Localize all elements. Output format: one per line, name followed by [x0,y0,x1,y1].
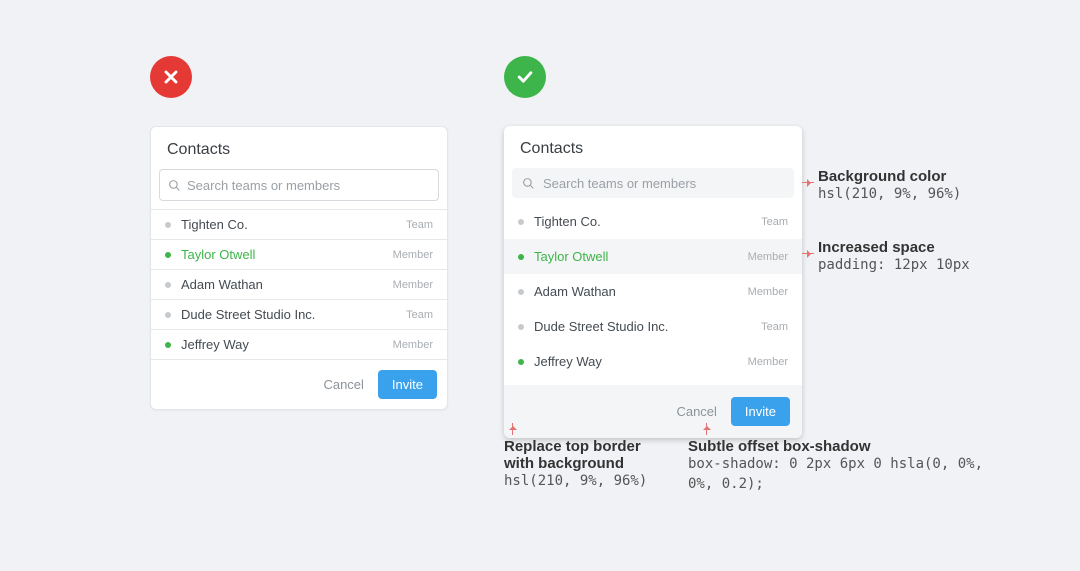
annotation-arrow [802,182,814,183]
status-dot [165,252,171,258]
annotation-arrow [802,253,814,254]
annotation-shadow: Subtle offset box-shadow box-shadow: 0 2… [688,438,988,494]
bad-example-icon [150,56,192,98]
item-tag: Member [748,286,788,298]
item-tag: Team [406,219,433,231]
list-item[interactable]: Taylor Otwell Member [151,239,447,269]
cancel-button[interactable]: Cancel [323,377,363,392]
card-title: Contacts [504,126,802,168]
status-dot [165,312,171,318]
list-item[interactable]: Jeffrey Way Member [151,329,447,360]
search-placeholder: Search teams or members [187,178,340,193]
contact-list: Tighten Co. Team Taylor Otwell Member Ad… [151,209,447,360]
contacts-card-bad: Contacts Search teams or members Tighten… [150,126,448,410]
search-input[interactable]: Search teams or members [159,169,439,201]
item-tag: Team [761,216,788,228]
status-dot [165,342,171,348]
card-footer: Cancel Invite [504,385,802,438]
search-input[interactable]: Search teams or members [512,168,794,198]
annotation-border: Replace top border with background hsl(2… [504,438,669,492]
contact-list: Tighten Co. Team Taylor Otwell Member Ad… [504,204,802,379]
item-tag: Team [406,309,433,321]
list-item[interactable]: Tighten Co. Team [151,209,447,239]
list-item[interactable]: Tighten Co. Team [504,204,802,239]
status-dot [165,282,171,288]
list-item[interactable]: Dude Street Studio Inc. Team [151,299,447,329]
list-item[interactable]: Adam Wathan Member [504,274,802,309]
invite-button[interactable]: Invite [378,370,437,399]
contacts-card-good: Contacts Search teams or members Tighten… [504,126,802,438]
list-item[interactable]: Dude Street Studio Inc. Team [504,309,802,344]
item-tag: Member [393,249,433,261]
annotation-bg: Background color hsl(210, 9%, 96%) [818,168,988,205]
status-dot [518,324,524,330]
list-item[interactable]: Jeffrey Way Member [504,344,802,379]
annotation-tick [512,423,513,435]
status-dot [165,222,171,228]
card-title: Contacts [151,127,447,169]
status-dot [518,359,524,365]
search-icon [522,177,535,190]
invite-button[interactable]: Invite [731,397,790,426]
item-tag: Team [761,321,788,333]
annotation-tick [706,423,707,435]
card-footer: Cancel Invite [151,360,447,409]
item-tag: Member [748,251,788,263]
item-tag: Member [393,339,433,351]
good-example-icon [504,56,546,98]
annotation-space: Increased space padding: 12px 10px [818,239,998,276]
item-tag: Member [393,279,433,291]
cancel-button[interactable]: Cancel [676,404,716,419]
status-dot [518,219,524,225]
status-dot [518,254,524,260]
list-item[interactable]: Taylor Otwell Member [504,239,802,274]
search-placeholder: Search teams or members [543,176,696,191]
item-tag: Member [748,356,788,368]
search-icon [168,179,181,192]
status-dot [518,289,524,295]
list-item[interactable]: Adam Wathan Member [151,269,447,299]
